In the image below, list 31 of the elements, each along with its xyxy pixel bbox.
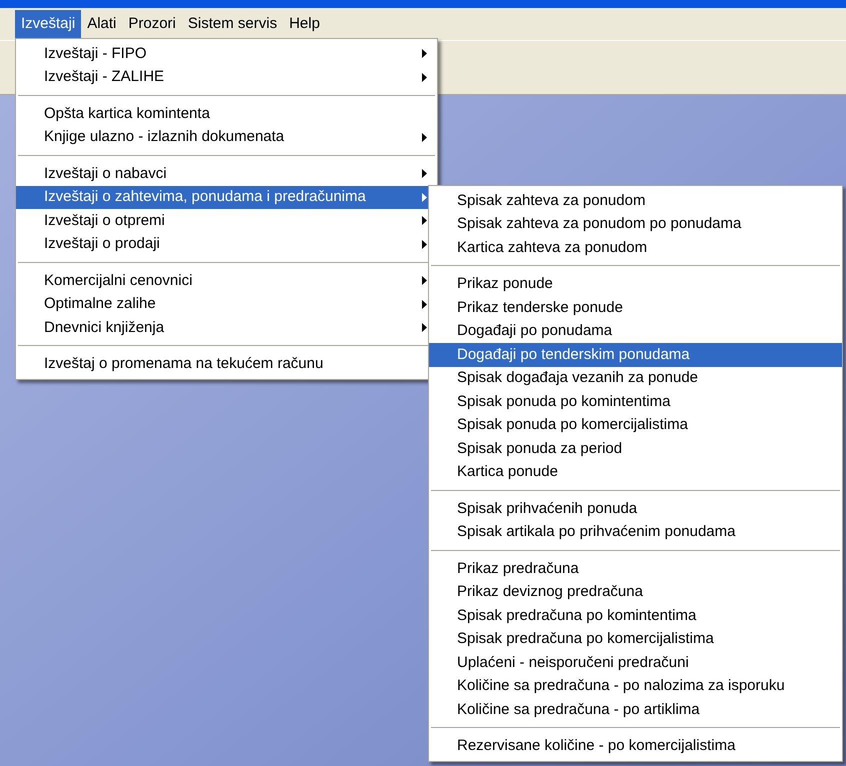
menu-item[interactable]: Spisak prihvaćenih ponuda [429,497,842,520]
menu-item[interactable]: Izveštaji - ZALIHE [16,66,437,89]
menu-item[interactable]: Uplaćeni - neisporučeni predračuni [429,651,842,674]
menu-item[interactable]: Količine sa predračuna - po artiklima [429,698,842,722]
menubar-item[interactable]: Sistem servis [182,10,284,38]
menu-item[interactable]: Spisak ponuda po komintentima [429,390,842,414]
menu-item[interactable]: Knjige ulazno - izlaznih dokumenata [16,126,437,149]
menu-item[interactable]: Događaji po ponudama [429,320,842,343]
menubar-item[interactable]: Prozori [122,10,182,38]
menu-item[interactable]: Spisak predračuna po komintentima [429,604,842,628]
menu-item[interactable]: Spisak zahteva za ponudom po ponudama [429,212,842,236]
menubar-item[interactable]: Alati [81,10,122,38]
menu-item[interactable]: Rezervisane količine - po komercijalistima [429,734,842,758]
menu-item[interactable]: Izveštaji o nabavci [16,162,437,186]
menu-item[interactable]: Spisak predračuna po komercijalistima [429,628,842,651]
menu-item[interactable]: Kartica ponude [429,460,842,484]
menu-item[interactable]: Opšta kartica komintenta [16,102,437,126]
menu-item[interactable]: Spisak artikala po prihvaćenim ponudama [429,520,842,544]
menubar-item[interactable]: Izveštaji [15,10,82,38]
menu-item[interactable]: Kartica zahteva za ponudom [429,236,842,260]
menu-item[interactable]: Prikaz tenderske ponude [429,296,842,320]
menu-item[interactable]: Prikaz deviznog predračuna [429,580,842,604]
menu-item[interactable]: Događaji po tenderskim ponudama [429,343,842,366]
menu-item[interactable]: Spisak ponuda po komercijalistima [429,414,842,437]
menu-item[interactable]: Spisak događaja vezanih za ponude [429,366,842,390]
menu-item[interactable]: Količine sa predračuna - po nalozima za isporuku [429,674,842,698]
menu-item[interactable]: Prikaz ponude [429,272,842,296]
menu-item[interactable]: Prikaz predračuna [429,557,842,580]
menu-item[interactable]: Spisak ponuda za period [429,437,842,460]
menubar-item[interactable]: Help [283,10,326,38]
menu-item[interactable]: Izveštaji - FIPO [16,42,437,66]
